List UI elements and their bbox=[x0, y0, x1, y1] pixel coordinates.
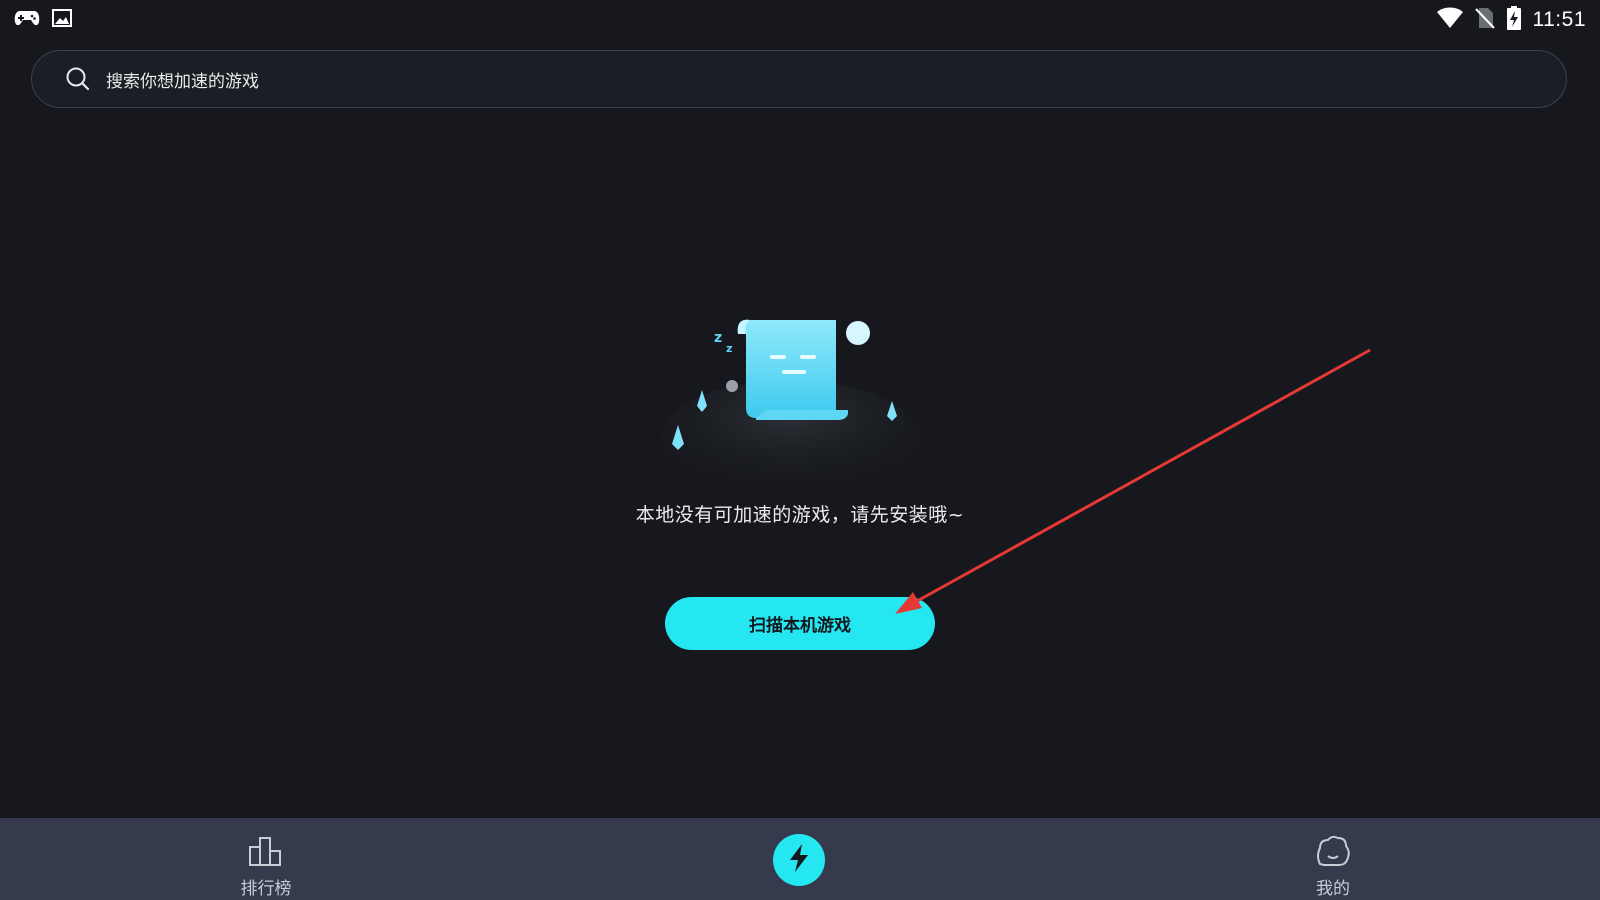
svg-text:z: z bbox=[714, 330, 722, 346]
search-icon bbox=[64, 65, 92, 93]
scan-games-button[interactable]: 扫描本机游戏 bbox=[665, 597, 935, 650]
image-icon bbox=[52, 8, 72, 32]
profile-icon bbox=[1313, 832, 1353, 870]
nav-item-ranking[interactable]: 排行榜 bbox=[206, 818, 326, 900]
nav-item-mine[interactable]: 我的 bbox=[1273, 818, 1393, 900]
no-sim-icon bbox=[1474, 7, 1495, 33]
ranking-icon bbox=[246, 832, 286, 870]
search-bar[interactable]: 搜索你想加速的游戏 bbox=[31, 50, 1567, 108]
status-left-icons bbox=[14, 8, 72, 32]
wifi-icon bbox=[1436, 7, 1463, 33]
status-time: 11:51 bbox=[1532, 8, 1586, 31]
nav-label-mine: 我的 bbox=[1316, 879, 1350, 899]
empty-state-message: 本地没有可加速的游戏，请先安装哦~ bbox=[635, 504, 965, 526]
nav-label-ranking: 排行榜 bbox=[240, 879, 292, 899]
app-screen: 11:51 搜索你想加速的游戏 z z 本地没有可加速的游戏，请先安装哦~ 扫描… bbox=[0, 0, 1600, 900]
lightning-icon bbox=[786, 843, 812, 877]
sleeping-scroll-illustration: z z bbox=[640, 300, 940, 500]
search-input[interactable]: 搜索你想加速的游戏 bbox=[106, 67, 259, 92]
battery-charging-icon bbox=[1506, 6, 1521, 34]
status-bar: 11:51 bbox=[0, 0, 1600, 38]
gamepad-icon bbox=[14, 8, 40, 32]
nav-item-boost[interactable] bbox=[773, 834, 825, 886]
svg-text:z: z bbox=[726, 342, 732, 355]
status-right-icons: 11:51 bbox=[1436, 6, 1587, 34]
